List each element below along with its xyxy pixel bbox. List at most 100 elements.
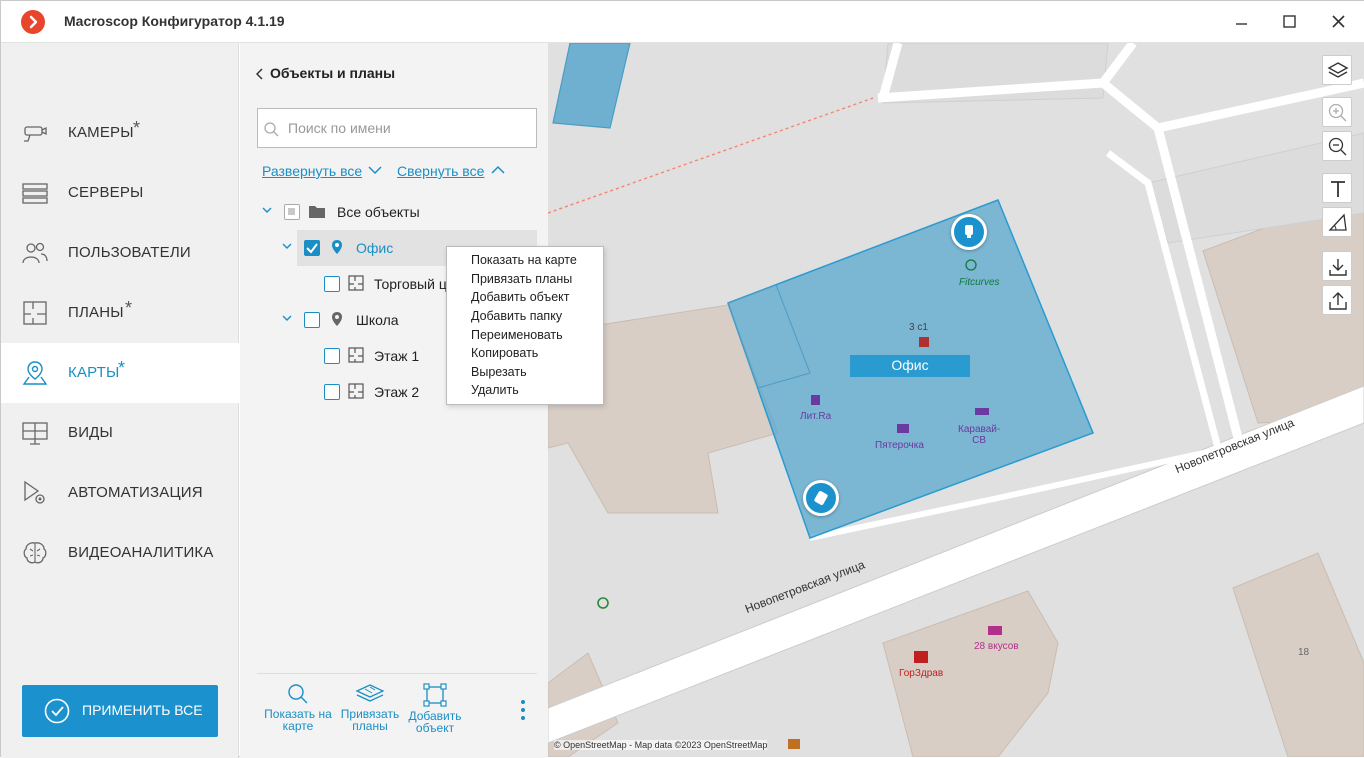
macroscop-logo-icon: [21, 10, 45, 34]
sidebar-item-plans[interactable]: ПЛАНЫ *: [1, 283, 239, 343]
chevron-up-icon[interactable]: [491, 165, 505, 175]
text-tool-button[interactable]: [1322, 173, 1352, 203]
map-poi-label: 3 с1: [909, 322, 928, 333]
sidebar-item-label: КАМЕРЫ: [68, 124, 134, 141]
back-chevron-icon[interactable]: [256, 68, 264, 80]
context-menu: Показать на карте Привязать планы Добави…: [446, 246, 604, 405]
tree-checkbox[interactable]: [324, 348, 340, 364]
sidebar-item-label: КАРТЫ: [68, 364, 120, 381]
zoom-out-icon: [1328, 137, 1347, 156]
panel-title: Объекты и планы: [270, 65, 396, 81]
menu-item-show-on-map[interactable]: Показать на карте: [471, 253, 577, 267]
search-icon: [264, 122, 279, 137]
map-poi-label: Пятерочка: [875, 440, 924, 451]
measure-tool-button[interactable]: [1322, 207, 1352, 237]
collapse-all-link[interactable]: Свернуть все: [397, 163, 484, 179]
download-icon: [1329, 259, 1347, 276]
tree-item-label: Школа: [356, 312, 399, 328]
app-window: Macroscop Конфигуратор 4.1.19 КАМЕРЫ * С…: [0, 0, 1364, 758]
divider: [257, 673, 537, 674]
map-poi-label: ГорЗдрав: [899, 668, 944, 679]
sidebar-item-label: ВИДЕОАНАЛИТИКА: [68, 544, 214, 561]
layers-plan-icon: [355, 684, 385, 702]
folder-icon: [309, 206, 325, 218]
unsaved-star: *: [133, 118, 141, 138]
maximize-button[interactable]: [1274, 10, 1304, 34]
menu-item-bind-plans[interactable]: Привязать планы: [471, 272, 572, 286]
sidebar-item-cameras[interactable]: КАМЕРЫ *: [1, 103, 239, 163]
menu-item-cut[interactable]: Вырезать: [471, 365, 527, 379]
zoom-in-button[interactable]: [1322, 97, 1352, 127]
export-button[interactable]: [1322, 285, 1352, 315]
floor-plan-icon: [348, 347, 364, 363]
menu-item-rename[interactable]: Переименовать: [471, 328, 563, 342]
expand-toggle-icon[interactable]: [282, 313, 292, 323]
sidebar-item-users[interactable]: ПОЛЬЗОВАТЕЛИ: [1, 223, 239, 283]
tree-item-label: Этаж 1: [374, 348, 420, 364]
camera-pin-icon[interactable]: [803, 480, 839, 516]
floor-plan-icon: [23, 301, 47, 325]
search-input[interactable]: [288, 118, 528, 138]
sidebar: КАМЕРЫ * СЕРВЕРЫ ПОЛЬЗОВАТЕЛИ ПЛАНЫ * КА…: [1, 43, 239, 758]
server-icon: [22, 183, 48, 204]
button-label: планы: [352, 719, 388, 733]
tree-item-all-objects[interactable]: Все объекты: [240, 194, 548, 230]
map-canvas: [548, 43, 1364, 757]
menu-item-add-object[interactable]: Добавить объект: [471, 290, 570, 304]
map-pin-icon: [22, 361, 48, 385]
add-object-icon: [423, 683, 447, 707]
expand-toggle-icon[interactable]: [262, 205, 272, 215]
add-object-button[interactable]: Добавить объект: [404, 683, 466, 734]
expand-toggle-icon[interactable]: [282, 241, 292, 251]
more-options-icon[interactable]: [520, 699, 526, 721]
bind-plans-button[interactable]: Привязать планы: [338, 683, 402, 732]
tree-item-label: Торговый це: [374, 276, 455, 292]
search-box[interactable]: [257, 108, 537, 148]
show-on-map-button[interactable]: Показать на карте: [262, 683, 334, 732]
brain-icon: [23, 542, 47, 564]
zoom-out-button[interactable]: [1322, 131, 1352, 161]
menu-item-add-folder[interactable]: Добавить папку: [471, 309, 562, 323]
check-circle-icon: [44, 698, 70, 724]
expand-all-link[interactable]: Развернуть все: [262, 163, 362, 179]
text-icon: [1331, 181, 1345, 197]
download-button[interactable]: [1322, 251, 1352, 281]
floor-plan-icon: [348, 275, 364, 291]
camera-pin-icon[interactable]: [951, 214, 987, 250]
monitor-grid-icon: [22, 422, 48, 445]
window-title: Macroscop Конфигуратор 4.1.19: [64, 13, 285, 29]
chevron-down-icon[interactable]: [368, 165, 382, 175]
tree-item-label: Все объекты: [337, 204, 420, 220]
minimize-button[interactable]: [1226, 10, 1256, 34]
map-attribution: © OpenStreetMap - Map data ©2023 OpenStr…: [554, 740, 768, 750]
sidebar-item-label: АВТОМАТИЗАЦИЯ: [68, 484, 203, 501]
sidebar-item-label: ПЛАНЫ: [68, 304, 124, 321]
unsaved-star: *: [118, 358, 126, 378]
sidebar-item-label: ВИДЫ: [68, 424, 114, 441]
sidebar-item-servers[interactable]: СЕРВЕРЫ: [1, 163, 239, 223]
automation-gear-icon: [24, 480, 45, 504]
sidebar-item-automation[interactable]: АВТОМАТИЗАЦИЯ: [1, 463, 239, 523]
tree-checkbox[interactable]: [324, 276, 340, 292]
apply-all-button[interactable]: ПРИМЕНИТЬ ВСЕ: [22, 685, 218, 737]
layers-button[interactable]: [1322, 55, 1352, 85]
tree-checkbox[interactable]: [304, 240, 320, 256]
search-icon: [288, 684, 308, 704]
map-object-label-office[interactable]: Офис: [850, 355, 970, 377]
sidebar-item-label: СЕРВЕРЫ: [68, 184, 144, 201]
sidebar-item-label: ПОЛЬЗОВАТЕЛИ: [68, 244, 191, 261]
menu-item-copy[interactable]: Копировать: [471, 346, 538, 360]
button-label: объект: [415, 721, 455, 735]
sidebar-item-views[interactable]: ВИДЫ: [1, 403, 239, 463]
map-poi-label: Лит.Ra: [800, 411, 832, 422]
close-button[interactable]: [1323, 10, 1353, 34]
tree-checkbox[interactable]: [284, 204, 300, 220]
sidebar-item-video-analytics[interactable]: ВИДЕОАНАЛИТИКА: [1, 523, 239, 583]
tree-checkbox[interactable]: [304, 312, 320, 328]
sidebar-item-maps[interactable]: КАРТЫ *: [1, 343, 239, 403]
menu-item-delete[interactable]: Удалить: [471, 383, 519, 397]
tree-checkbox[interactable]: [324, 384, 340, 400]
floor-plan-icon: [348, 383, 364, 399]
map-view[interactable]: Fitcurves 3 с1 Лит.Ra Пятерочка Каравай-…: [548, 43, 1364, 757]
tree-item-label: Офис: [356, 240, 394, 256]
